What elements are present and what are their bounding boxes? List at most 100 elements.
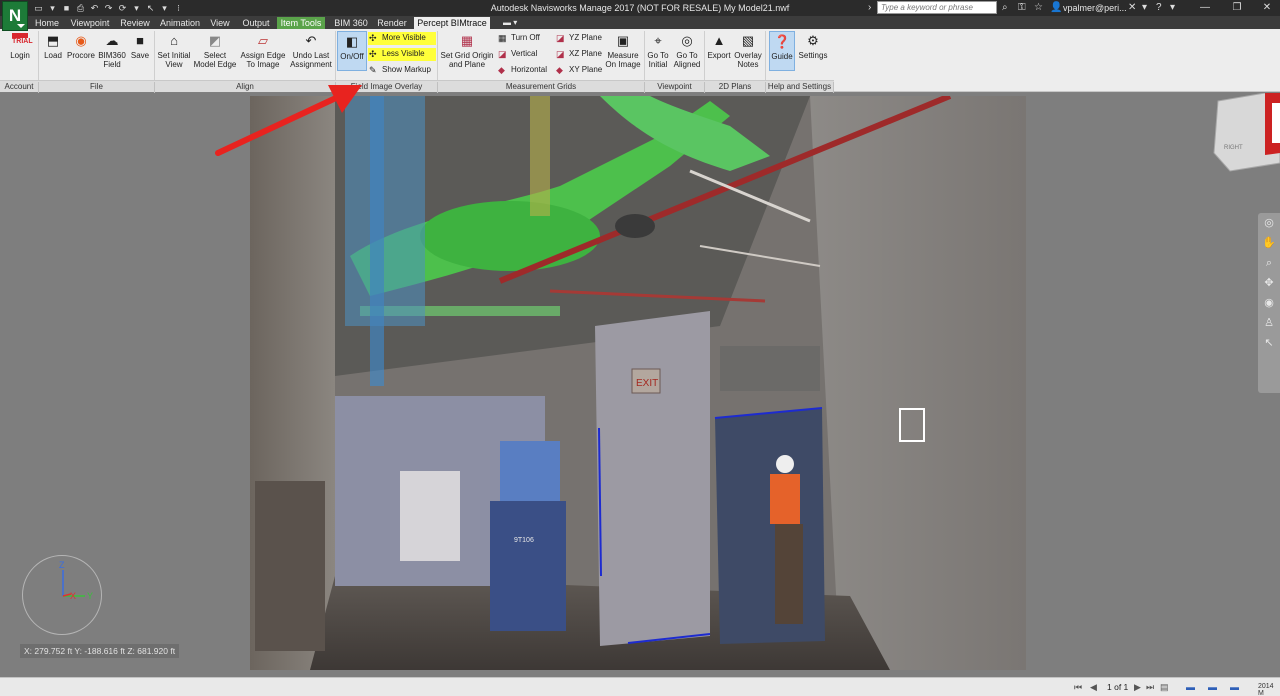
settings-label: Settings [798, 51, 828, 60]
panel-label-measurement-grids[interactable]: Measurement Grids [438, 82, 645, 93]
dropdown-icon[interactable]: ▾ [1170, 1, 1175, 14]
close-button[interactable]: ✕ [1252, 0, 1280, 16]
app-logo-letter: N [8, 6, 22, 25]
worker-hardhat [776, 455, 794, 473]
export-button[interactable]: ▲ Export [706, 31, 732, 60]
grid-vertical-button[interactable]: ◪ Vertical [497, 48, 537, 61]
select-icon[interactable]: ↖ [1258, 333, 1280, 353]
model-edge-icon: ◩ [208, 33, 222, 48]
home-icon: ⌂ [170, 33, 178, 48]
save-label: Save [130, 51, 150, 60]
tab-view[interactable]: View [206, 17, 234, 29]
procore-label: Procore [66, 51, 95, 60]
procore-button[interactable]: ◉ Procore [66, 31, 96, 60]
tab-viewpoint[interactable]: Viewpoint [67, 17, 113, 29]
tab-review[interactable]: Review [117, 17, 153, 29]
next-page-icon[interactable]: ▶ [1134, 681, 1141, 693]
collapse-search-icon[interactable]: › [868, 1, 871, 14]
help-icon[interactable]: ? [1156, 1, 1162, 14]
viewcube[interactable]: RIGHT [1210, 92, 1280, 193]
previous-page-icon[interactable]: ◀ [1090, 681, 1097, 693]
user-icon[interactable]: 👤 [1050, 1, 1062, 14]
walk-icon[interactable]: ♙ [1258, 313, 1280, 333]
tab-item-tools[interactable]: Item Tools [277, 17, 325, 29]
tab-bim360[interactable]: BIM 360 [332, 17, 370, 29]
go-to-aligned-button[interactable]: ◎ Go To Aligned [672, 31, 702, 69]
gear-icon: ⚙ [807, 33, 819, 48]
annotation-arrow [215, 85, 362, 156]
orbit-icon[interactable]: ✥ [1258, 273, 1280, 293]
vertical-label: Vertical [511, 49, 538, 58]
tab-home[interactable]: Home [32, 17, 62, 29]
panel-label-file[interactable]: File [39, 82, 155, 93]
grid-off-icon: ▦ [498, 33, 507, 43]
login-button[interactable]: TRIAL Login [4, 31, 36, 60]
xy-plane-button[interactable]: ◆ XY Plane [555, 64, 602, 77]
more-visible-button[interactable]: ✣ More Visible [368, 32, 436, 45]
center-wall [595, 311, 710, 646]
worker-legs [775, 524, 803, 624]
application-menu-button[interactable]: N [2, 1, 28, 31]
show-markup-button[interactable]: ✎ Show Markup [368, 64, 436, 77]
settings-button[interactable]: ⚙ Settings [797, 31, 829, 60]
save-button[interactable]: ■ Save [129, 31, 151, 60]
yz-plane-label: YZ Plane [569, 33, 602, 42]
yz-plane-button[interactable]: ◪ YZ Plane [555, 32, 602, 45]
load-button[interactable]: ⬒ Load [42, 31, 64, 60]
xy-plane-label: XY Plane [569, 65, 603, 74]
guide-button[interactable]: ❓ Guide [769, 31, 795, 71]
tab-render[interactable]: Render [375, 17, 409, 29]
zoom-icon[interactable]: ⌕ [1258, 253, 1280, 273]
tab-output[interactable]: Output [239, 17, 273, 29]
overlay-notes-button[interactable]: ▧ Overlay Notes [734, 31, 762, 69]
panel-label-account[interactable]: Account [0, 82, 39, 93]
xz-plane-icon: ◪ [556, 49, 565, 59]
title-bar: N ▭ ▾ ■ ⎙ ↶ ↷ ⟳ ▾ ↖ ▾ ⁝ Autodesk Naviswo… [0, 0, 1280, 31]
panel-label-2d-plans[interactable]: 2D Plans [705, 82, 766, 93]
aligned-target-icon: ◎ [681, 33, 693, 48]
panel-label-help-settings[interactable]: Help and Settings [766, 82, 834, 93]
steering-wheel-icon[interactable]: ◎ [1258, 213, 1280, 233]
set-initial-view-button[interactable]: ⌂ Set Initial View [156, 31, 192, 69]
search-icon[interactable]: ⌕ [1002, 1, 1008, 14]
grid-turn-off-button[interactable]: ▦ Turn Off [497, 32, 540, 45]
go-to-initial-button[interactable]: ⌖ Go To Initial [646, 31, 670, 69]
exit-sign-text: EXIT [636, 378, 658, 389]
measure-on-image-button[interactable]: ▣ Measure On Image [604, 31, 642, 69]
tab-percept-bimtrace[interactable]: Percept BIMtrace [414, 17, 490, 29]
ribbon-panel-labels: Account File Align Field Image Overlay M… [0, 80, 834, 93]
trial-badge-icon: TRIAL [12, 33, 33, 49]
3d-viewport[interactable]: EXIT 9T106 RIGHT ◎ ✋ ⌕ ✥ ◉ ♙ ↖ Z X Y X: … [0, 85, 1280, 677]
pan-icon[interactable]: ✋ [1258, 233, 1280, 253]
last-page-icon[interactable]: ⏭ [1146, 681, 1154, 693]
dropdown-icon[interactable]: ▾ [1142, 1, 1147, 14]
scissor-lift-top [500, 441, 560, 501]
grid-horizontal-button[interactable]: ◆ Horizontal [497, 64, 547, 77]
communication-center-icon[interactable]: ⚿ [1018, 1, 1026, 14]
viewcube-graphic: RIGHT [1213, 92, 1280, 172]
xz-plane-button[interactable]: ◪ XZ Plane [555, 48, 602, 61]
favorites-star-icon[interactable]: ☆ [1034, 1, 1043, 14]
sheet-browser-icon[interactable]: ▤ [1160, 681, 1169, 693]
look-icon[interactable]: ◉ [1258, 293, 1280, 313]
set-grid-origin-button[interactable]: ▦ Set Grid Origin and Plane [440, 31, 494, 69]
performance-web-icon: ▬ [1230, 682, 1239, 692]
restore-button[interactable]: ❐ [1222, 0, 1252, 16]
bim360-field-button[interactable]: ☁ BIM360 Field [97, 31, 127, 69]
panel-separator [38, 31, 39, 80]
less-visible-button[interactable]: ✣ Less Visible [368, 48, 436, 61]
first-page-icon[interactable]: ⏮ [1074, 681, 1082, 693]
markup-icon: ✎ [369, 65, 377, 75]
coordinate-readout: X: 279.752 ft Y: -188.616 ft Z: 681.920 … [20, 644, 180, 658]
ribbon-minimize-toggle-icon[interactable]: ▬ ▾ [503, 18, 517, 27]
help-search-input[interactable]: Type a keyword or phrase [877, 1, 997, 14]
minimize-button[interactable]: — [1190, 0, 1220, 16]
export-label: Export [707, 51, 731, 60]
go-to-aligned-label: Go To Aligned [673, 51, 701, 69]
exchange-apps-icon[interactable]: ✕ [1128, 1, 1136, 14]
panel-label-viewpoint[interactable]: Viewpoint [645, 82, 705, 93]
show-markup-label: Show Markup [382, 65, 431, 74]
user-account[interactable]: vpalmer@peri... [1063, 3, 1127, 13]
tab-animation[interactable]: Animation [158, 17, 202, 29]
field-image-overlay[interactable]: EXIT 9T106 [250, 96, 1026, 670]
